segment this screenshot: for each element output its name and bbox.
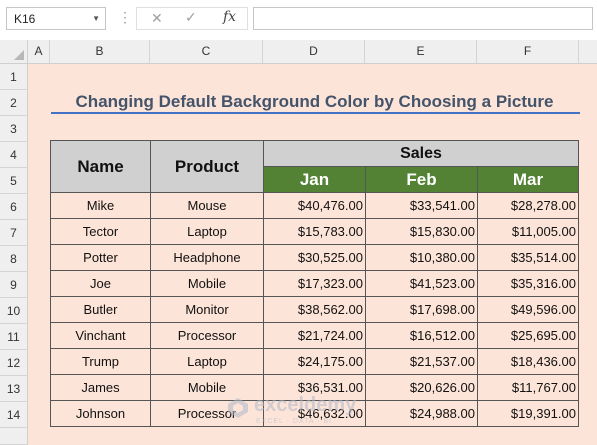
cell-name[interactable]: Potter (50, 244, 151, 271)
cell-name[interactable]: Butler (50, 296, 151, 323)
row-header-4[interactable]: 4 (0, 142, 28, 168)
cell-mar[interactable]: $19,391.00 (477, 400, 579, 427)
row-header-9[interactable]: 9 (0, 272, 28, 298)
cell-product[interactable]: Headphone (150, 244, 264, 271)
cell-product[interactable]: Laptop (150, 218, 264, 245)
cell-name[interactable]: Johnson (50, 400, 151, 427)
name-box-value: K16 (14, 12, 36, 26)
cell-name[interactable]: Trump (50, 348, 151, 375)
header-name[interactable]: Name (50, 140, 151, 193)
cell-product[interactable]: Processor (150, 322, 264, 349)
formula-bar: K16 ▼ ⋮ ✕ ✓ fx (0, 0, 597, 41)
row-header-11[interactable]: 11 (0, 324, 28, 350)
row-header-13[interactable]: 13 (0, 376, 28, 402)
cell-feb[interactable]: $41,523.00 (365, 270, 478, 297)
cell-feb[interactable]: $33,541.00 (365, 192, 478, 219)
more-options-icon[interactable]: ⋮ (118, 10, 132, 24)
watermark-name: exceldemy (254, 394, 357, 416)
row-header-6[interactable]: 6 (0, 194, 28, 220)
column-header-a[interactable]: A (28, 40, 50, 64)
cell-jan[interactable]: $38,562.00 (263, 296, 366, 323)
enter-icon[interactable]: ✓ (185, 9, 197, 26)
formula-buttons: ✕ ✓ fx (136, 7, 248, 30)
header-month-jan[interactable]: Jan (263, 166, 366, 193)
row-header-10[interactable]: 10 (0, 298, 28, 324)
chevron-down-icon[interactable]: ▼ (92, 14, 100, 23)
header-sales[interactable]: Sales (263, 140, 579, 167)
cell-mar[interactable]: $11,767.00 (477, 374, 579, 401)
cell-name[interactable]: Vinchant (50, 322, 151, 349)
cell-feb[interactable]: $10,380.00 (365, 244, 478, 271)
exceldemy-watermark: exceldemy EXCEL · DATA · BI (226, 394, 386, 434)
select-all-icon (14, 50, 24, 60)
cell-jan[interactable]: $40,476.00 (263, 192, 366, 219)
cell-feb[interactable]: $17,698.00 (365, 296, 478, 323)
cell-mar[interactable]: $18,436.00 (477, 348, 579, 375)
header-product[interactable]: Product (150, 140, 264, 193)
exceldemy-logo-icon (228, 398, 248, 418)
cell-name[interactable]: James (50, 374, 151, 401)
cell-jan[interactable]: $15,783.00 (263, 218, 366, 245)
cell-mar[interactable]: $28,278.00 (477, 192, 579, 219)
cell-product[interactable]: Mobile (150, 270, 264, 297)
cell-jan[interactable]: $24,175.00 (263, 348, 366, 375)
row-header-7[interactable]: 7 (0, 220, 28, 246)
select-all-corner[interactable] (0, 40, 28, 64)
cell-mar[interactable]: $49,596.00 (477, 296, 579, 323)
column-header-f[interactable]: F (477, 40, 579, 64)
formula-input[interactable] (253, 7, 593, 30)
cell-name[interactable]: Mike (50, 192, 151, 219)
cell-jan[interactable]: $17,323.00 (263, 270, 366, 297)
cell-name[interactable]: Joe (50, 270, 151, 297)
insert-function-icon[interactable]: fx (223, 9, 236, 25)
header-month-mar[interactable]: Mar (477, 166, 579, 193)
cell-mar[interactable]: $25,695.00 (477, 322, 579, 349)
row-header-12[interactable]: 12 (0, 350, 28, 376)
sheet-title: Changing Default Background Color by Cho… (75, 92, 554, 111)
row-header-2[interactable]: 2 (0, 90, 28, 116)
cell-feb[interactable]: $21,537.00 (365, 348, 478, 375)
column-header-overflow (579, 40, 597, 64)
watermark-tagline: EXCEL · DATA · BI (256, 418, 332, 425)
cell-product[interactable]: Mouse (150, 192, 264, 219)
cancel-icon[interactable]: ✕ (151, 10, 163, 27)
column-header-b[interactable]: B (50, 40, 150, 64)
header-month-feb[interactable]: Feb (365, 166, 478, 193)
cell-feb[interactable]: $15,830.00 (365, 218, 478, 245)
cell-product[interactable]: Monitor (150, 296, 264, 323)
column-header-c[interactable]: C (150, 40, 263, 64)
cell-mar[interactable]: $35,316.00 (477, 270, 579, 297)
column-header-e[interactable]: E (365, 40, 477, 64)
column-header-d[interactable]: D (263, 40, 365, 64)
cell-jan[interactable]: $21,724.00 (263, 322, 366, 349)
row-header-3[interactable]: 3 (0, 116, 28, 142)
cell-feb[interactable]: $16,512.00 (365, 322, 478, 349)
name-box[interactable]: K16 ▼ (6, 7, 106, 30)
row-header-14[interactable]: 14 (0, 402, 28, 428)
cell-mar[interactable]: $11,005.00 (477, 218, 579, 245)
row-header-5[interactable]: 5 (0, 168, 28, 194)
row-header-overflow (0, 428, 28, 445)
worksheet-grid[interactable]: Changing Default Background Color by Cho… (28, 64, 597, 445)
cell-jan[interactable]: $30,525.00 (263, 244, 366, 271)
cell-name[interactable]: Tector (50, 218, 151, 245)
title-underline (51, 112, 580, 114)
cell-product[interactable]: Laptop (150, 348, 264, 375)
row-header-1[interactable]: 1 (0, 64, 28, 90)
cell-mar[interactable]: $35,514.00 (477, 244, 579, 271)
row-header-8[interactable]: 8 (0, 246, 28, 272)
